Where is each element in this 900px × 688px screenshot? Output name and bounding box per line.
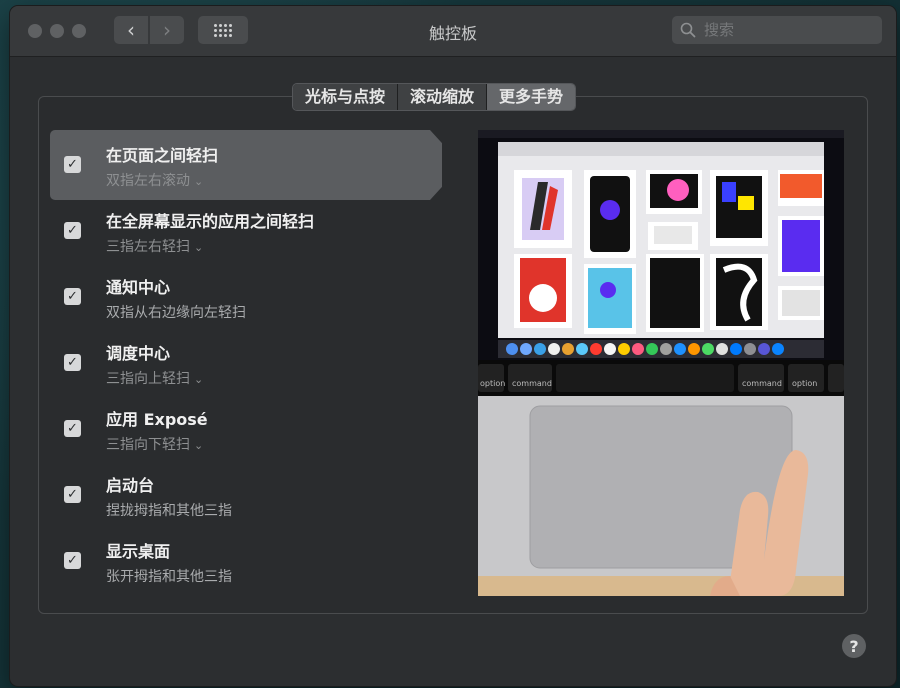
gesture-preview-video: option command command option [478, 130, 844, 596]
search-icon [680, 22, 696, 38]
gesture-item-swipe-fullscreen-apps[interactable]: ✓ 在全屏幕显示的应用之间轻扫 三指左右轻扫 ⌄ [50, 196, 470, 262]
gesture-title: 通知中心 [106, 278, 171, 297]
checkmark-icon: ✓ [67, 223, 78, 238]
gesture-checkbox[interactable]: ✓ [64, 354, 81, 371]
gesture-item-show-desktop[interactable]: ✓ 显示桌面 张开拇指和其他三指 [50, 526, 470, 592]
gesture-title: 应用 Exposé [106, 410, 208, 429]
key-label-option-left: option [480, 379, 505, 388]
gesture-description: 捏拢拇指和其他三指 [106, 503, 232, 519]
checkmark-icon: ✓ [67, 487, 78, 502]
checkmark-icon: ✓ [67, 421, 78, 436]
gesture-item-swipe-pages[interactable]: ✓ 在页面之间轻扫 双指左右滚动 ⌄ [50, 130, 470, 196]
checkmark-icon: ✓ [67, 157, 78, 172]
gesture-checkbox[interactable]: ✓ [64, 222, 81, 239]
gesture-title: 显示桌面 [106, 542, 171, 561]
tab-point-and-click[interactable]: 光标与点按 [293, 84, 399, 110]
gesture-description: 双指从右边缘向左轻扫 [106, 305, 246, 321]
preferences-window: ‹ › 触控板 光标与点按 滚动缩放 更多手势 ✓ 在页 [10, 6, 896, 686]
gesture-description: 张开拇指和其他三指 [106, 569, 232, 585]
gesture-checkbox[interactable]: ✓ [64, 420, 81, 437]
gesture-checkbox[interactable]: ✓ [64, 156, 81, 173]
chevron-down-icon: ⌄ [194, 373, 204, 386]
tab-scroll-and-zoom[interactable]: 滚动缩放 [398, 84, 488, 110]
trackpad-demo-illustration: option command command option [478, 130, 844, 596]
key-label-command-left: command [512, 379, 552, 388]
search-field[interactable] [672, 16, 882, 44]
gesture-item-launchpad[interactable]: ✓ 启动台 捏拢拇指和其他三指 [50, 460, 470, 526]
key-label-command-right: command [742, 379, 782, 388]
gesture-item-app-expose[interactable]: ✓ 应用 Exposé 三指向下轻扫 ⌄ [50, 394, 470, 460]
gesture-title: 调度中心 [106, 344, 171, 363]
help-button[interactable]: ? [842, 634, 866, 658]
gesture-option-dropdown[interactable]: 三指左右轻扫 ⌄ [106, 236, 470, 256]
tab-bar: 光标与点按 滚动缩放 更多手势 [292, 83, 577, 111]
tab-more-gestures[interactable]: 更多手势 [487, 84, 576, 110]
gesture-item-notification-center[interactable]: ✓ 通知中心 双指从右边缘向左轻扫 [50, 262, 470, 328]
checkmark-icon: ✓ [67, 355, 78, 370]
key-label-option-right: option [792, 379, 817, 388]
chevron-down-icon: ⌄ [194, 175, 204, 188]
search-input[interactable] [702, 20, 866, 40]
chevron-down-icon: ⌄ [194, 439, 204, 452]
gesture-checkbox[interactable]: ✓ [64, 486, 81, 503]
checkmark-icon: ✓ [67, 553, 78, 568]
gesture-checkbox[interactable]: ✓ [64, 552, 81, 569]
gesture-item-mission-control[interactable]: ✓ 调度中心 三指向上轻扫 ⌄ [50, 328, 470, 394]
gesture-option-dropdown[interactable]: 双指左右滚动 ⌄ [106, 170, 470, 190]
gesture-list: ✓ 在页面之间轻扫 双指左右滚动 ⌄ ✓ 在全屏幕显示的应用之间轻扫 三指左右轻扫… [50, 130, 470, 592]
checkmark-icon: ✓ [67, 289, 78, 304]
gesture-title: 在页面之间轻扫 [106, 146, 219, 165]
title-bar: ‹ › 触控板 [10, 6, 896, 57]
chevron-down-icon: ⌄ [194, 241, 204, 254]
gesture-title: 在全屏幕显示的应用之间轻扫 [106, 212, 315, 231]
gesture-option-dropdown[interactable]: 三指向下轻扫 ⌄ [106, 434, 470, 454]
gesture-title: 启动台 [106, 476, 155, 495]
gesture-option-dropdown[interactable]: 三指向上轻扫 ⌄ [106, 368, 470, 388]
gesture-checkbox[interactable]: ✓ [64, 288, 81, 305]
